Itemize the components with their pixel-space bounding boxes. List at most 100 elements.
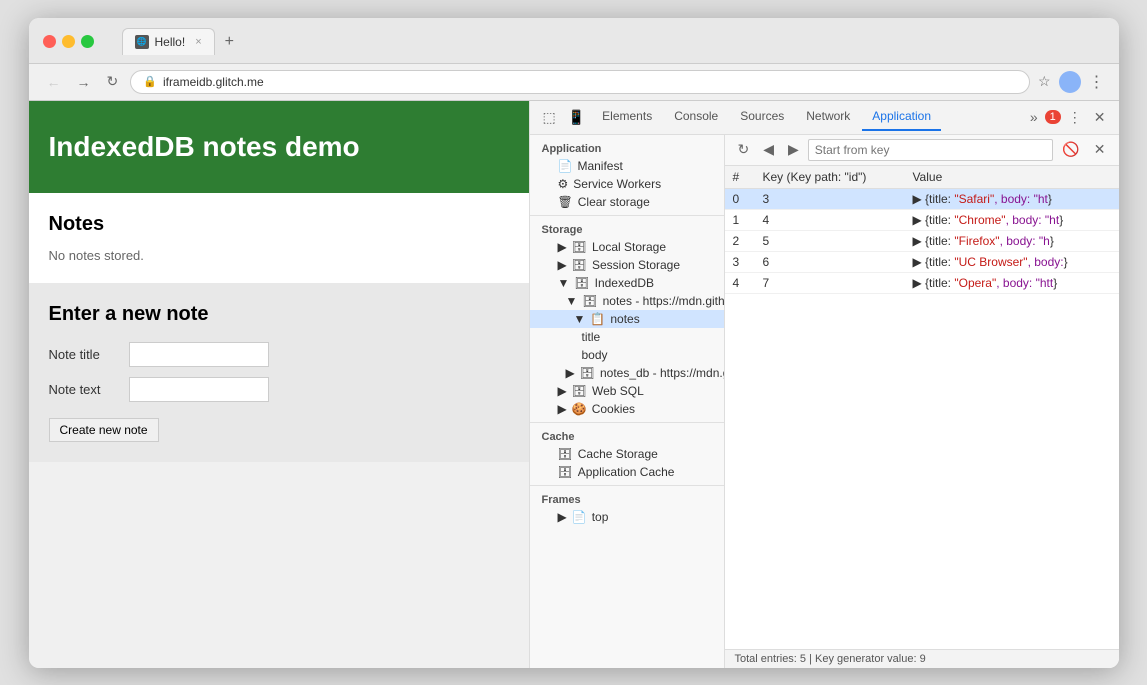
next-key-button[interactable]: ▶ <box>783 139 804 160</box>
refresh-data-button[interactable]: ↻ <box>733 139 755 160</box>
back-button[interactable]: ← <box>43 72 65 92</box>
sidebar-section-frames: Frames <box>530 490 724 508</box>
cell-key: 5 <box>755 230 905 251</box>
sidebar-item-body[interactable]: body <box>530 346 724 364</box>
cell-key: 6 <box>755 251 905 272</box>
note-text-label: Note text <box>49 382 119 397</box>
menu-button[interactable]: ⋮ <box>1089 72 1105 92</box>
delete-selected-button[interactable]: 🚫 <box>1057 139 1084 160</box>
sidebar-item-web-sql[interactable]: ▶ 🗄 Web SQL <box>530 382 724 400</box>
cell-index: 4 <box>725 272 755 293</box>
sidebar-section-application: Application <box>530 139 724 157</box>
forward-button[interactable]: → <box>73 72 95 92</box>
bookmark-button[interactable]: ☆ <box>1038 73 1051 90</box>
notes-empty-message: No notes stored. <box>49 248 509 263</box>
sidebar-item-notes[interactable]: ▼ 📋 notes <box>530 310 724 328</box>
devtools-sidebar: Application 📄 Manifest ⚙ Service Workers… <box>530 135 725 668</box>
devtools-close-button[interactable]: ✕ <box>1089 106 1111 129</box>
prev-key-button[interactable]: ◀ <box>758 139 779 160</box>
cell-value: ▶ {title: "Chrome", body: "ht} <box>904 209 1118 230</box>
cell-key: 4 <box>755 209 905 230</box>
notes-icon: 📋 <box>590 312 605 326</box>
sidebar-item-session-storage[interactable]: ▶ 🗄 Session Storage <box>530 256 724 274</box>
sidebar-item-notes-db[interactable]: ▼ 🗄 notes - https://mdn.github <box>530 292 724 310</box>
sidebar-item-app-cache[interactable]: 🗄 Application Cache <box>530 463 724 481</box>
new-tab-button[interactable]: + <box>217 29 242 55</box>
tab-close-button[interactable]: × <box>195 36 201 48</box>
notes-db2-icon: 🗄 <box>580 366 595 380</box>
address-text: iframeidb.glitch.me <box>163 75 264 89</box>
sidebar-item-indexeddb[interactable]: ▼ 🗄 IndexedDB <box>530 274 724 292</box>
browser-tab[interactable]: 🌐 Hello! × <box>122 28 215 55</box>
cell-value: ▶ {title: "Opera", body: "htt} <box>904 272 1118 293</box>
tab-bar: 🌐 Hello! × + <box>122 28 242 55</box>
page-title: IndexedDB notes demo <box>49 131 509 163</box>
tab-sources[interactable]: Sources <box>730 103 794 131</box>
minimize-button[interactable] <box>62 35 75 48</box>
data-table: # Key (Key path: "id") Value 03▶ {title:… <box>725 166 1119 649</box>
maximize-button[interactable] <box>81 35 94 48</box>
expand-web-sql-icon: ▶ <box>558 384 567 398</box>
cell-key: 7 <box>755 272 905 293</box>
notes-db-icon: 🗄 <box>582 294 597 308</box>
more-tabs-button[interactable]: » <box>1025 106 1043 128</box>
manifest-icon: 📄 <box>558 159 573 173</box>
tab-elements[interactable]: Elements <box>592 103 662 131</box>
table-row[interactable]: 36▶ {title: "UC Browser", body:} <box>725 251 1119 272</box>
table-row[interactable]: 25▶ {title: "Firefox", body: "h} <box>725 230 1119 251</box>
expand-local-storage-icon: ▶ <box>558 240 567 254</box>
sidebar-item-notes-db2[interactable]: ▶ 🗄 notes_db - https://mdn.git <box>530 364 724 382</box>
cell-value: ▶ {title: "UC Browser", body:} <box>904 251 1118 272</box>
expand-cookies-icon: ▶ <box>558 402 567 416</box>
expand-notes-db-icon: ▼ <box>566 294 578 308</box>
cell-value: ▶ {title: "Firefox", body: "h} <box>904 230 1118 251</box>
tab-label: Hello! <box>155 35 186 49</box>
start-from-key-input[interactable] <box>808 139 1054 161</box>
table-row[interactable]: 47▶ {title: "Opera", body: "htt} <box>725 272 1119 293</box>
tab-favicon: 🌐 <box>135 35 149 49</box>
divider-3 <box>530 485 724 486</box>
expand-indexeddb-icon: ▼ <box>558 276 570 290</box>
close-button[interactable] <box>43 35 56 48</box>
sidebar-item-title[interactable]: title <box>530 328 724 346</box>
page-header: IndexedDB notes demo <box>29 101 529 193</box>
sidebar-item-cache-storage[interactable]: 🗄 Cache Storage <box>530 445 724 463</box>
tab-console[interactable]: Console <box>664 103 728 131</box>
device-toolbar-button[interactable]: 📱 <box>563 106 590 129</box>
note-title-row: Note title <box>49 342 509 367</box>
cell-key: 3 <box>755 188 905 209</box>
table-row[interactable]: 14▶ {title: "Chrome", body: "ht} <box>725 209 1119 230</box>
sidebar-item-cookies[interactable]: ▶ 🍪 Cookies <box>530 400 724 418</box>
expand-top-icon: ▶ <box>558 510 567 524</box>
clear-button[interactable]: ✕ <box>1089 139 1111 160</box>
devtools-body: Application 📄 Manifest ⚙ Service Workers… <box>530 135 1119 668</box>
table-row[interactable]: 03▶ {title: "Safari", body: "ht} <box>725 188 1119 209</box>
address-input-container[interactable]: 🔒 iframeidb.glitch.me <box>130 70 1030 94</box>
create-note-button[interactable]: Create new note <box>49 418 159 442</box>
indexeddb-icon: 🗄 <box>574 276 589 290</box>
tab-application[interactable]: Application <box>862 103 941 131</box>
note-title-input[interactable] <box>129 342 269 367</box>
form-heading: Enter a new note <box>49 303 509 326</box>
reload-button[interactable]: ↻ <box>103 71 123 92</box>
tab-network[interactable]: Network <box>796 103 860 131</box>
devtools-toolbar: ⬚ 📱 Elements Console Sources Network App… <box>530 101 1119 135</box>
sidebar-item-top[interactable]: ▶ 📄 top <box>530 508 724 526</box>
web-sql-icon: 🗄 <box>572 384 587 398</box>
devtools-settings-button[interactable]: ⋮ <box>1063 106 1087 129</box>
traffic-lights <box>43 35 94 48</box>
sidebar-item-local-storage[interactable]: ▶ 🗄 Local Storage <box>530 238 724 256</box>
profile-avatar[interactable] <box>1059 71 1081 93</box>
col-value: Value <box>904 166 1118 189</box>
note-text-input[interactable] <box>129 377 269 402</box>
sidebar-item-service-workers[interactable]: ⚙ Service Workers <box>530 175 724 193</box>
table-toolbar: ↻ ◀ ▶ 🚫 ✕ <box>725 135 1119 166</box>
note-text-row: Note text <box>49 377 509 402</box>
cell-index: 0 <box>725 188 755 209</box>
inspect-element-button[interactable]: ⬚ <box>538 106 561 129</box>
address-bar: ← → ↻ 🔒 iframeidb.glitch.me ☆ ⋮ <box>29 64 1119 101</box>
sidebar-item-clear-storage[interactable]: 🗑 Clear storage <box>530 193 724 211</box>
divider-1 <box>530 215 724 216</box>
error-badge: 1 <box>1045 110 1061 124</box>
sidebar-item-manifest[interactable]: 📄 Manifest <box>530 157 724 175</box>
